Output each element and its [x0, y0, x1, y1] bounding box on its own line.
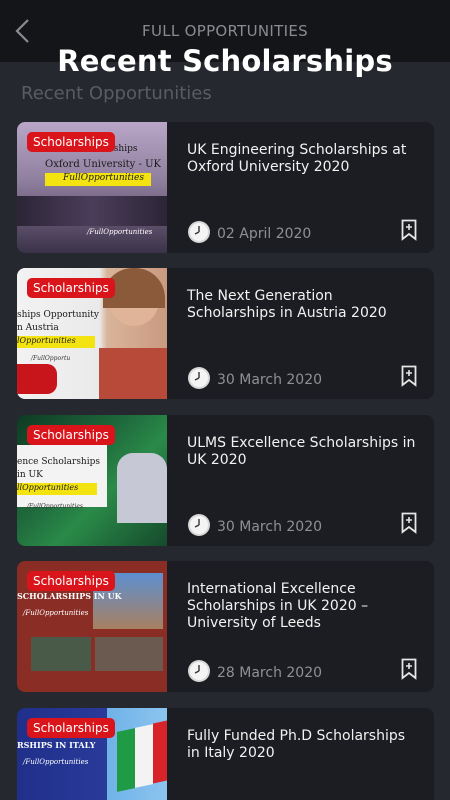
card-title[interactable]: ULMS Excellence Scholarships in UK 2020	[187, 435, 417, 469]
card-thumbnail: cholarships Oxford University - UK FullO…	[17, 122, 167, 253]
category-badge: Scholarships	[27, 278, 115, 298]
opportunity-card[interactable]: RSHIPS IN ITALY /FullOpportunities Schol…	[17, 708, 434, 800]
card-thumbnail: ence Scholarships in UK llOpportunities …	[17, 415, 167, 546]
opportunity-card[interactable]: ships Opportunity n Austria lOpportuniti…	[17, 268, 434, 399]
card-thumbnail: SCHOLARSHIPS IN UK /FullOpportunities Sc…	[17, 561, 167, 692]
opportunity-card[interactable]: cholarships Oxford University - UK FullO…	[17, 122, 434, 253]
page-title: Recent Scholarships	[57, 44, 393, 78]
card-date: 02 April 2020	[217, 226, 312, 242]
card-title[interactable]: The Next Generation Scholarships in Aust…	[187, 288, 417, 322]
card-date: 30 March 2020	[217, 519, 323, 535]
bookmark-add-icon[interactable]	[401, 365, 417, 387]
section-title: Recent Opportunities	[21, 83, 212, 104]
bookmark-add-icon[interactable]	[401, 512, 417, 534]
clock-icon	[188, 367, 210, 389]
clock-icon	[188, 660, 210, 682]
category-badge: Scholarships	[27, 132, 115, 152]
opportunity-card[interactable]: ence Scholarships in UK llOpportunities …	[17, 415, 434, 546]
card-title[interactable]: UK Engineering Scholarships at Oxford Un…	[187, 142, 417, 176]
card-thumbnail: ships Opportunity n Austria lOpportuniti…	[17, 268, 167, 399]
clock-icon	[188, 221, 210, 243]
category-badge: Scholarships	[27, 718, 115, 738]
card-date: 28 March 2020	[217, 665, 323, 681]
clock-icon	[188, 514, 210, 536]
card-title[interactable]: International Excellence Scholarships in…	[187, 581, 417, 632]
app-bar-title: FULL OPPORTUNITIES	[142, 22, 308, 40]
opportunity-card[interactable]: SCHOLARSHIPS IN UK /FullOpportunities Sc…	[17, 561, 434, 692]
card-thumbnail: RSHIPS IN ITALY /FullOpportunities Schol…	[17, 708, 167, 800]
category-badge: Scholarships	[27, 425, 115, 445]
card-title[interactable]: Fully Funded Ph.D Scholarships in Italy …	[187, 728, 417, 762]
category-badge: Scholarships	[27, 571, 115, 591]
card-date: 30 March 2020	[217, 372, 323, 388]
bookmark-add-icon[interactable]	[401, 658, 417, 680]
bookmark-add-icon[interactable]	[401, 219, 417, 241]
